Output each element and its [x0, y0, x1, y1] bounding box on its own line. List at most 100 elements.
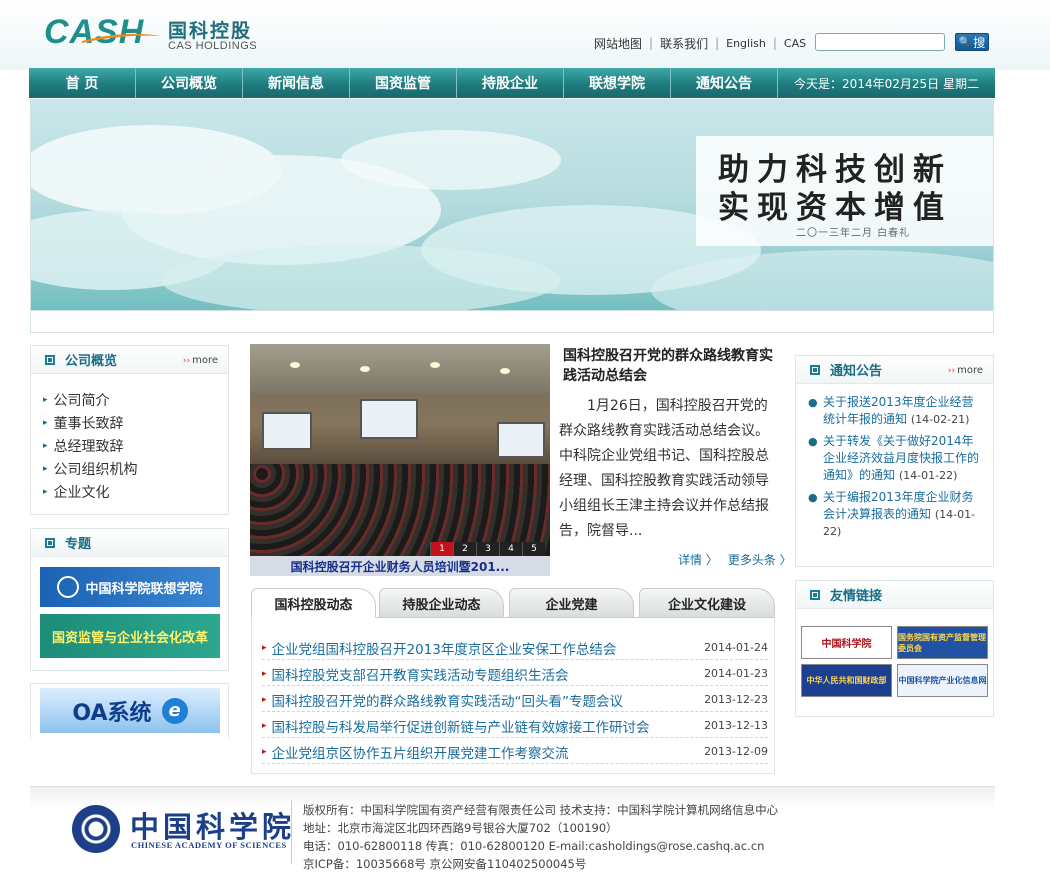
- news-photo-slideshow[interactable]: 1 2 3 4 5 国科控股召开企业财务人员培训暨201...: [250, 344, 550, 576]
- notices-title: 通知公告: [830, 364, 883, 379]
- link-mof-tile[interactable]: 中华人民共和国财政部: [801, 664, 892, 697]
- academy-promo[interactable]: 中国科学院联想学院: [40, 567, 220, 607]
- notice-item[interactable]: ● 关于转发《关于做好2014年企业经济效益月度快报工作的通知》的通知 (14-0…: [808, 433, 983, 484]
- topics-header: 专题: [31, 529, 228, 557]
- headline-links: 详情 〉 更多头条 〉: [678, 551, 792, 568]
- news-list: ▸ 企业党组国科控股召开2013年度京区企业安保工作总结会 2014-01-24…: [251, 617, 775, 774]
- slide-page-button[interactable]: 2: [453, 542, 476, 556]
- nav-notices[interactable]: 通知公告: [671, 68, 778, 98]
- overview-more-link[interactable]: ›› more: [183, 355, 218, 366]
- overview-item[interactable]: ▸ 董事长致辞: [43, 411, 228, 434]
- link-contact[interactable]: 联系我们: [660, 35, 708, 52]
- footer-copyright: 版权所有：中国科学院国有资产经营有限责任公司 技术支持：中国科学院计算机网络信息…: [303, 803, 779, 817]
- notice-item[interactable]: ● 关于编报2013年度企业财务会计决算报表的通知 (14-01-22): [808, 489, 983, 540]
- footer-address: 地址：北京市海淀区北四环西路9号银谷大厦702（100190）: [303, 821, 618, 835]
- news-title[interactable]: 国科控股召开党的群众路线教育实践活动“回头看”专题会议: [272, 690, 699, 710]
- main-nav: 首 页 公司概览 新闻信息 国资监管 持股企业 联想学院 通知公告 今天是：20…: [29, 68, 995, 98]
- bullet-icon: ●: [808, 491, 818, 504]
- search-button[interactable]: 🔍 搜: [955, 33, 989, 51]
- overview-list: ▸ 公司简介 ▸ 董事长致辞 ▸ 总经理致辞 ▸ 公司组织机构 ▸ 企业文化: [31, 374, 228, 503]
- link-cas[interactable]: CAS: [784, 37, 806, 50]
- link-english[interactable]: English: [726, 37, 766, 50]
- oa-system-button[interactable]: OA系统 e: [40, 688, 220, 733]
- link-sasac-tile[interactable]: 国务院国有资产监督管理委员会: [897, 626, 988, 659]
- separator: |: [715, 36, 720, 50]
- friend-links-header: 友情链接: [796, 581, 993, 609]
- photo-screen: [360, 399, 418, 439]
- tab-company-news[interactable]: 国科控股动态: [251, 588, 376, 618]
- overview-item[interactable]: ▸ 公司简介: [43, 388, 228, 411]
- logo[interactable]: CASH 国科控股 CAS HOLDINGS: [44, 14, 284, 54]
- chevron-right-icon: 〉: [702, 553, 718, 567]
- news-item[interactable]: ▸ 企业党组京区协作五片组织开展党建工作考察交流 2013-12-09: [262, 740, 768, 764]
- photo-caption[interactable]: 国科控股召开企业财务人员培训暨201...: [250, 556, 550, 576]
- bullet-icon: ●: [808, 396, 818, 409]
- notices-box: 通知公告 ›› more ● 关于报送2013年度企业经营统计年报的通知 (14-0…: [795, 355, 994, 567]
- slide-page-button[interactable]: 1: [430, 542, 453, 556]
- overview-item[interactable]: ▸ 公司组织机构: [43, 457, 228, 480]
- news-item[interactable]: ▸ 国科控股党支部召开教育实践活动专题组织生活会 2014-01-23: [262, 662, 768, 686]
- footer-divider: [291, 800, 292, 864]
- ie-logo-icon: e: [161, 697, 188, 724]
- topics-title: 专题: [65, 537, 92, 552]
- logo-chinese: 国科控股: [168, 20, 253, 42]
- cas-english-name: CHINESE ACADEMY OF SCIENCES: [131, 840, 287, 850]
- triangle-right-icon: ▸: [262, 720, 267, 731]
- slide-page-button[interactable]: 5: [522, 542, 545, 556]
- supervision-promo-label: 国资监管与企业社会化改革: [51, 630, 208, 646]
- notices-more-link[interactable]: ›› more: [948, 365, 983, 376]
- photo-light: [430, 362, 440, 368]
- overview-item[interactable]: ▸ 企业文化: [43, 480, 228, 503]
- search-input[interactable]: [815, 33, 945, 51]
- news-item[interactable]: ▸ 国科控股与科发局举行促进创新链与产业链有效嫁接工作研讨会 2013-12-1…: [262, 714, 768, 738]
- nav-supervision[interactable]: 国资监管: [350, 68, 457, 98]
- news-date: 2014-01-24: [704, 641, 768, 654]
- news-title[interactable]: 企业党组京区协作五片组织开展党建工作考察交流: [272, 742, 699, 762]
- triangle-right-icon: ▸: [43, 394, 48, 405]
- academy-promo-label: 中国科学院联想学院: [85, 581, 203, 597]
- detail-link[interactable]: 详情 〉: [678, 551, 718, 568]
- nav-home[interactable]: 首 页: [29, 68, 136, 98]
- search-icon: 🔍: [958, 36, 972, 48]
- top-links: 网站地图 | 联系我们 | English | CAS: [594, 35, 806, 51]
- search-button-label: 搜: [973, 35, 986, 50]
- logo-english: CAS HOLDINGS: [168, 40, 258, 52]
- nav-academy[interactable]: 联想学院: [564, 68, 671, 98]
- tab-culture[interactable]: 企业文化建设: [639, 588, 775, 618]
- nav-holdings[interactable]: 持股企业: [457, 68, 564, 98]
- news-date: 2014-01-23: [704, 667, 768, 680]
- news-title[interactable]: 国科控股党支部召开教育实践活动专题组织生活会: [272, 664, 699, 684]
- notices-header: 通知公告 ›› more: [796, 356, 993, 384]
- news-title[interactable]: 企业党组国科控股召开2013年度京区企业安保工作总结会: [272, 638, 699, 658]
- slide-page-button[interactable]: 4: [499, 542, 522, 556]
- headline-title[interactable]: 国科控股召开党的群众路线教育实践活动总结会: [563, 346, 783, 386]
- slide-page-button[interactable]: 3: [476, 542, 499, 556]
- overview-header: 公司概览 ›› more: [31, 346, 228, 374]
- news-item[interactable]: ▸ 国科控股召开党的群众路线教育实践活动“回头看”专题会议 2013-12-23: [262, 688, 768, 712]
- overview-title: 公司概览: [65, 354, 118, 369]
- notice-item[interactable]: ● 关于报送2013年度企业经营统计年报的通知 (14-02-21): [808, 394, 983, 428]
- link-sitemap[interactable]: 网站地图: [594, 35, 642, 52]
- news-date: 2013-12-13: [704, 719, 768, 732]
- cas-emblem-icon: [57, 576, 80, 598]
- news-item[interactable]: ▸ 企业党组国科控股召开2013年度京区企业安保工作总结会 2014-01-24: [262, 636, 768, 660]
- overview-box: 公司概览 ›› more ▸ 公司简介 ▸ 董事长致辞 ▸ 总经理致辞 ▸ 公司组织机构 …: [30, 345, 229, 515]
- tab-party-building[interactable]: 企业党建: [509, 588, 634, 618]
- overview-item[interactable]: ▸ 总经理致辞: [43, 434, 228, 457]
- photo-screen: [497, 422, 545, 458]
- notices-list: ● 关于报送2013年度企业经营统计年报的通知 (14-02-21) ● 关于转发《…: [796, 384, 993, 540]
- link-cas-tile[interactable]: 中国科学院: [801, 626, 892, 659]
- supervision-promo[interactable]: 国资监管与企业社会化改革: [40, 614, 220, 658]
- news-date: 2013-12-23: [704, 693, 768, 706]
- link-industry-tile[interactable]: 中国科学院产业化信息网: [897, 664, 988, 697]
- nav-overview[interactable]: 公司概览: [136, 68, 243, 98]
- tab-holdings-news[interactable]: 持股企业动态: [379, 588, 504, 618]
- triangle-right-icon: ▸: [43, 417, 48, 428]
- triangle-right-icon: ▸: [43, 486, 48, 497]
- nav-news[interactable]: 新闻信息: [243, 68, 350, 98]
- friend-links-title: 友情链接: [830, 589, 883, 604]
- logo-swoosh-icon: [82, 33, 162, 43]
- news-title[interactable]: 国科控股与科发局举行促进创新链与产业链有效嫁接工作研讨会: [272, 716, 699, 736]
- double-arrow-icon: ››: [182, 356, 191, 366]
- more-headlines-link[interactable]: 更多头条 〉: [728, 551, 792, 568]
